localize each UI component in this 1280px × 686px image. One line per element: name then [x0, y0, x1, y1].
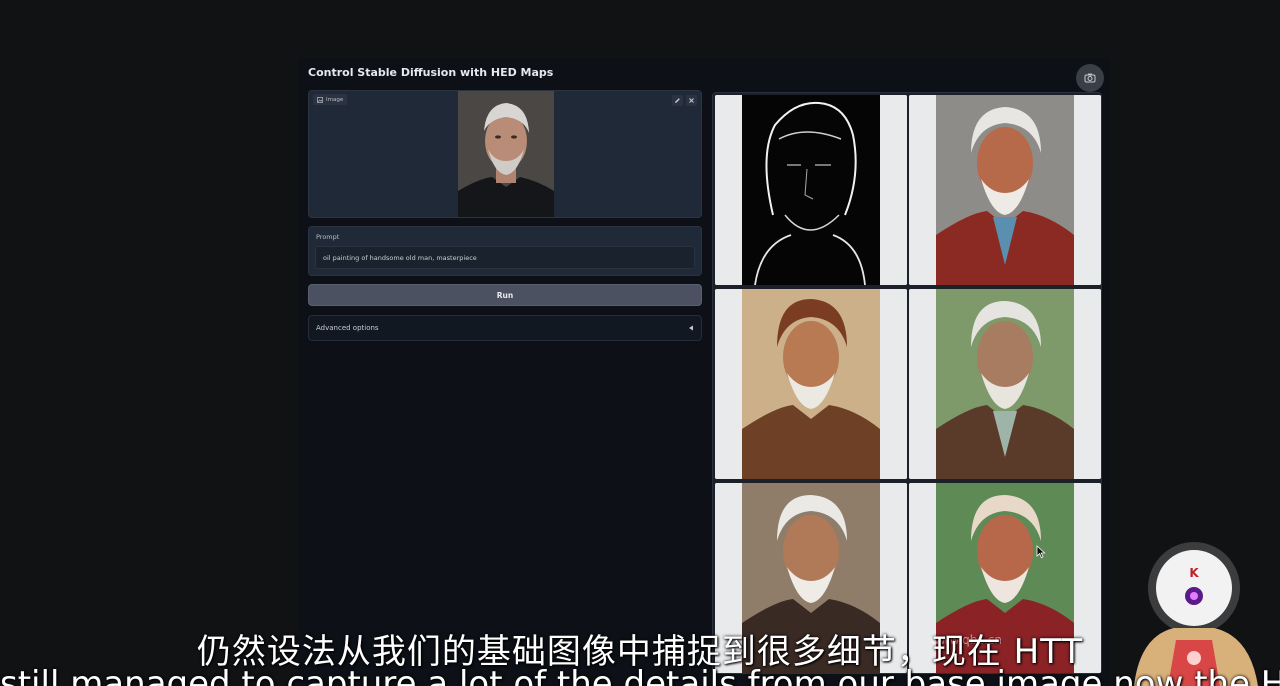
- gradio-app: Control Stable Diffusion with HED Maps I…: [298, 58, 1110, 686]
- mascot-letter: K: [1189, 566, 1199, 580]
- gallery-item-output-1[interactable]: [909, 95, 1101, 285]
- gallery-item-hed-map[interactable]: [715, 95, 907, 285]
- mouse-cursor-icon: [1036, 545, 1046, 559]
- run-button[interactable]: Run: [308, 284, 702, 306]
- gallery-item-output-3[interactable]: [909, 289, 1101, 479]
- close-icon: [689, 98, 694, 103]
- image-label: Image: [313, 94, 348, 105]
- pencil-icon: [675, 98, 680, 103]
- output-gallery: [712, 92, 1102, 674]
- edit-button[interactable]: [672, 95, 683, 106]
- prompt-label: Prompt: [316, 233, 340, 241]
- gallery-item-output-2[interactable]: [715, 289, 907, 479]
- camera-icon: [1084, 73, 1096, 83]
- advanced-options-accordion[interactable]: Advanced options: [308, 315, 702, 341]
- image-icon: [317, 96, 323, 103]
- input-column: Image Prompt oil painting of handsome ol…: [308, 90, 702, 341]
- screenshot-button[interactable]: [1076, 64, 1104, 92]
- advanced-options-label: Advanced options: [316, 324, 379, 332]
- subtitle-english: still managed to capture a lot of the de…: [0, 664, 1280, 686]
- clear-image-button[interactable]: [686, 95, 697, 106]
- prompt-block: Prompt oil painting of handsome old man,…: [308, 226, 702, 276]
- prompt-input[interactable]: oil painting of handsome old man, master…: [315, 246, 695, 269]
- image-upload[interactable]: Image: [308, 90, 702, 218]
- image-tools: [672, 95, 697, 106]
- image-label-text: Image: [326, 96, 344, 103]
- page-title: Control Stable Diffusion with HED Maps: [308, 66, 554, 79]
- input-portrait-image: [458, 91, 554, 217]
- triangle-left-icon: [689, 325, 693, 331]
